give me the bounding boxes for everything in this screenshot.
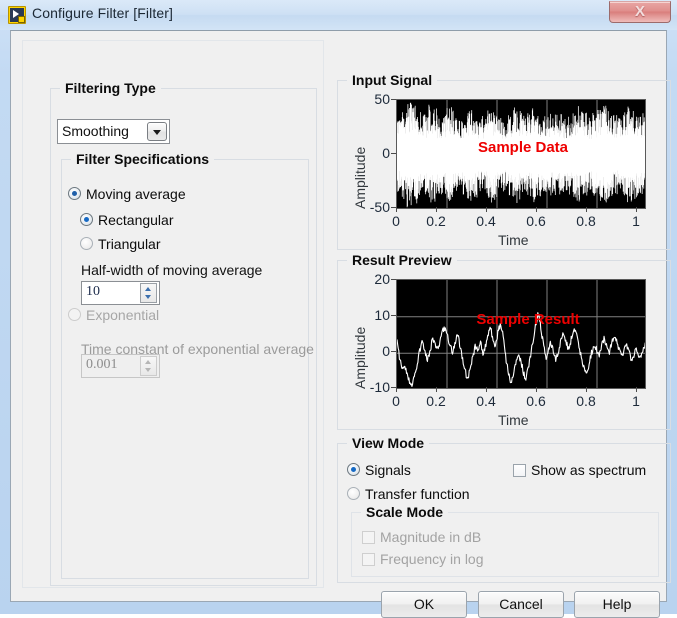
input-signal-group: Input Signal Amplitude 50 0 -50 Sample D… bbox=[337, 72, 672, 251]
input-x-tick: 1 bbox=[626, 207, 646, 229]
result-x-axis-label: Time bbox=[498, 412, 529, 428]
input-x-tick: 0 bbox=[386, 207, 406, 229]
radio-icon bbox=[68, 308, 81, 321]
halfwidth-spin-buttons[interactable] bbox=[140, 283, 157, 303]
result-x-tick: 0.4 bbox=[476, 387, 496, 409]
chevron-down-icon bbox=[153, 130, 161, 135]
window-title: Configure Filter [Filter] bbox=[32, 5, 173, 21]
input-x-tick: 0.8 bbox=[576, 207, 596, 229]
result-preview-watermark: Sample Result bbox=[476, 311, 580, 328]
result-preview-plot bbox=[396, 279, 646, 389]
result-y-tick: 0 bbox=[358, 343, 396, 359]
filtering-type-legend: Filtering Type bbox=[60, 80, 161, 96]
input-x-tick: 0.4 bbox=[476, 207, 496, 229]
result-x-tick: 0.8 bbox=[576, 387, 596, 409]
radio-icon bbox=[80, 213, 93, 226]
dropdown-button[interactable] bbox=[147, 122, 167, 141]
view-mode-legend: View Mode bbox=[347, 435, 430, 451]
radio-icon bbox=[347, 463, 360, 476]
radio-icon bbox=[68, 187, 81, 200]
spin-up-icon bbox=[145, 360, 151, 364]
result-y-tick: 10 bbox=[358, 307, 396, 323]
input-signal-watermark: Sample Data bbox=[477, 139, 569, 156]
filtering-type-dropdown[interactable]: Smoothing bbox=[57, 119, 170, 144]
labview-filter-icon bbox=[8, 6, 26, 24]
checkbox-icon bbox=[513, 464, 526, 477]
input-x-axis-label: Time bbox=[498, 232, 529, 248]
checkbox-magnitude-db-label: Magnitude in dB bbox=[380, 529, 482, 545]
time-constant-stepper[interactable]: 0.001 bbox=[81, 354, 160, 378]
spin-down-icon bbox=[145, 368, 151, 372]
input-y-tick: 0 bbox=[358, 145, 396, 161]
result-x-tick: 1 bbox=[626, 387, 646, 409]
filter-specifications-legend: Filter Specifications bbox=[71, 151, 215, 167]
checkbox-icon bbox=[362, 531, 375, 544]
result-x-tick: 0.6 bbox=[526, 387, 546, 409]
input-x-tick: 0.6 bbox=[526, 207, 546, 229]
halfwidth-stepper[interactable]: 10 bbox=[81, 281, 160, 305]
result-preview-trace bbox=[397, 280, 645, 388]
result-preview-group: Result Preview Amplitude 20 10 0 -10 Sam… bbox=[337, 252, 672, 431]
close-icon: X bbox=[634, 3, 645, 20]
time-constant-spin-buttons[interactable] bbox=[140, 356, 157, 376]
halfwidth-value: 10 bbox=[86, 284, 100, 299]
result-preview-chart: Amplitude 20 10 0 -10 Sample Result 0 0.… bbox=[338, 261, 672, 431]
checkbox-icon bbox=[362, 553, 375, 566]
input-signal-chart: Amplitude 50 0 -50 Sample Data 0 0.2 0.4… bbox=[338, 81, 672, 251]
result-x-tick: 0 bbox=[386, 387, 406, 409]
radio-exponential-label: Exponential bbox=[86, 307, 160, 323]
radio-rectangular-label: Rectangular bbox=[98, 212, 174, 228]
input-y-tick: 50 bbox=[358, 91, 396, 107]
radio-icon bbox=[80, 237, 93, 250]
radio-moving-average-label: Moving average bbox=[86, 186, 186, 202]
checkbox-frequency-log-label: Frequency in log bbox=[380, 551, 484, 567]
spin-down-icon bbox=[145, 295, 151, 299]
dialog-client-area: Filtering Type Smoothing Filter Specific… bbox=[10, 30, 671, 618]
close-button[interactable]: X bbox=[609, 1, 671, 23]
radio-triangular-label: Triangular bbox=[98, 236, 161, 252]
time-constant-value: 0.001 bbox=[86, 357, 118, 372]
left-panel: Filtering Type Smoothing Filter Specific… bbox=[22, 40, 324, 588]
dialog-window: Configure Filter [Filter] X Filtering Ty… bbox=[0, 0, 677, 618]
title-bar: Configure Filter [Filter] X bbox=[0, 0, 677, 30]
checkbox-show-as-spectrum-label: Show as spectrum bbox=[531, 462, 647, 478]
scale-mode-legend: Scale Mode bbox=[361, 504, 449, 520]
spin-up-icon bbox=[145, 287, 151, 291]
scale-mode-group: Scale Mode Magnitude in dB Frequency in … bbox=[351, 504, 659, 577]
input-x-tick: 0.2 bbox=[426, 207, 446, 229]
radio-icon bbox=[347, 487, 360, 500]
radio-transfer-function-label: Transfer function bbox=[365, 486, 470, 502]
radio-signals-label: Signals bbox=[365, 462, 411, 478]
halfwidth-label: Half-width of moving average bbox=[81, 262, 263, 278]
filtering-type-value: Smoothing bbox=[62, 123, 129, 139]
result-y-tick: 20 bbox=[358, 271, 396, 287]
result-x-tick: 0.2 bbox=[426, 387, 446, 409]
